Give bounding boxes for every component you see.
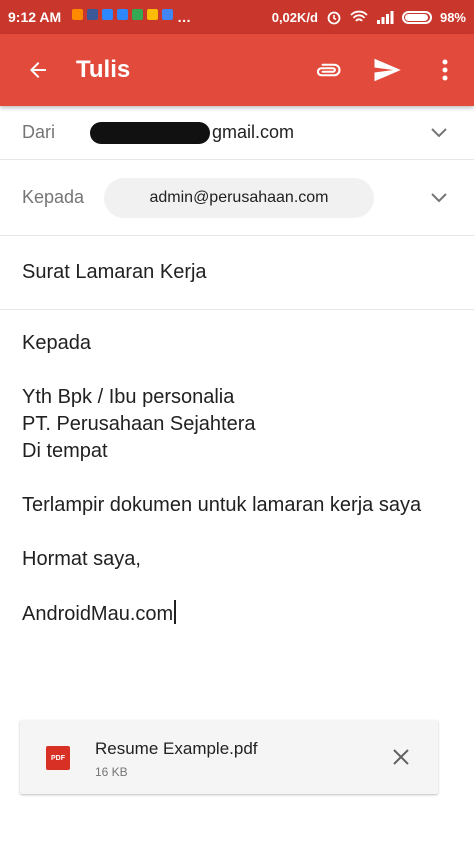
subject-text: Surat Lamaran Kerja: [22, 261, 207, 283]
from-address-domain: gmail.com: [212, 122, 295, 142]
battery-level: 98%: [439, 9, 466, 25]
status-time: 9:12 AM: [8, 9, 62, 25]
messenger-icon: [102, 9, 114, 20]
app-icon: [132, 9, 144, 20]
pdf-icon: PDF: [46, 746, 70, 770]
subject-field[interactable]: Surat Lamaran Kerja: [0, 236, 474, 310]
body-greeting: Kepada: [22, 332, 91, 354]
notification-icons: …: [72, 9, 191, 25]
body-content: Terlampir dokumen untuk lamaran kerja sa…: [22, 494, 422, 516]
to-field[interactable]: Kepada admin@perusahaan.com: [0, 160, 474, 236]
body-signature: AndroidMau.com: [22, 603, 174, 625]
from-address: gmail.com: [90, 121, 295, 144]
arrow-left-icon: [30, 62, 46, 78]
compose-body[interactable]: Kepada Yth Bpk / Ibu personalia PT. Peru…: [22, 330, 462, 628]
recipient-chip[interactable]: admin@perusahaan.com: [104, 178, 374, 218]
more-vert-icon: [442, 59, 448, 81]
paperclip-icon: [316, 63, 341, 77]
alarm-icon: [327, 11, 341, 25]
remove-attachment-button[interactable]: [388, 744, 414, 770]
body-closing: Hormat saya,: [22, 548, 141, 570]
notification-icon: [72, 9, 84, 20]
facebook-icon: [87, 9, 99, 20]
close-icon: [393, 749, 409, 765]
messenger-icon: [117, 9, 129, 20]
network-speed: 0,02K/d: [271, 9, 318, 25]
send-icon: [374, 58, 401, 82]
battery-icon: [401, 10, 432, 24]
chevron-down-icon[interactable]: [430, 127, 448, 139]
more-options-button[interactable]: [416, 34, 474, 106]
signal-icon: [376, 11, 394, 24]
text-cursor: [174, 600, 177, 624]
drive-icon: [147, 9, 159, 20]
back-button[interactable]: [0, 34, 76, 106]
attachment-name: Resume Example.pdf: [95, 739, 258, 758]
from-field[interactable]: Dari gmail.com: [0, 106, 474, 160]
redacted-text: [90, 121, 210, 144]
attachment-card[interactable]: PDF Resume Example.pdf 16 KB: [20, 720, 438, 794]
attach-button[interactable]: [300, 34, 358, 106]
app-bar: Tulis: [0, 34, 474, 106]
chevron-down-icon[interactable]: [430, 192, 448, 204]
body-address: Yth Bpk / Ibu personalia PT. Perusahaan …: [22, 386, 256, 462]
wifi-icon: [350, 10, 368, 22]
page-title: Tulis: [76, 56, 131, 83]
to-label: Kepada: [22, 187, 85, 207]
send-button[interactable]: [358, 34, 416, 106]
status-bar: 9:12 AM … 0,02K/d 98%: [0, 0, 474, 34]
from-label: Dari: [22, 122, 56, 142]
attachment-size: 16 KB: [95, 765, 128, 779]
more-notifications-icon: …: [177, 9, 192, 25]
app-icon: [162, 9, 174, 20]
